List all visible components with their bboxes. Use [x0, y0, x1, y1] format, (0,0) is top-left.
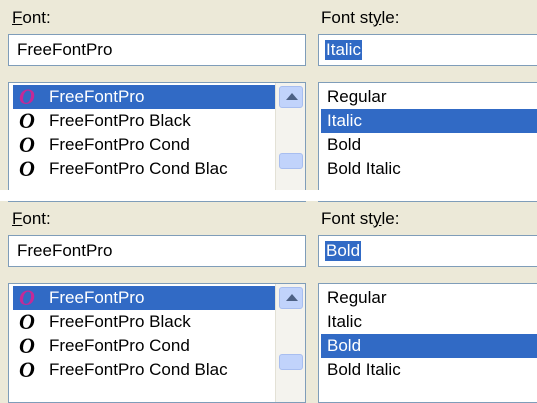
font-list-item[interactable]: O FreeFontPro — [13, 286, 275, 310]
style-list-item[interactable]: Regular — [321, 85, 537, 109]
font-name-input[interactable]: FreeFontPro — [8, 235, 306, 267]
font-list-item-label: FreeFontPro Cond Blac — [49, 159, 228, 178]
font-label: Font: — [12, 8, 51, 27]
font-list-item[interactable]: O FreeFontPro Cond Blac — [13, 157, 275, 181]
font-style-list[interactable]: Regular Italic Bold Bold Italic — [318, 82, 537, 202]
opentype-font-icon: O — [19, 84, 35, 109]
style-list-item[interactable]: Bold — [321, 133, 537, 157]
font-list-item[interactable]: O FreeFontPro — [13, 85, 275, 109]
font-list-item[interactable]: O FreeFontPro Cond Blac — [13, 358, 275, 382]
font-style-value: Italic — [325, 40, 362, 60]
font-dialog-panel-2: Font: Font style: FreeFontPro Bold O Fre… — [0, 201, 537, 403]
font-list-item-label: FreeFontPro Black — [49, 312, 191, 331]
screenshot-divider — [0, 190, 537, 201]
font-list[interactable]: O FreeFontPro O FreeFontPro Black O Free… — [8, 82, 306, 202]
font-style-list[interactable]: Regular Italic Bold Bold Italic — [318, 283, 537, 403]
font-list-item-label: FreeFontPro Cond Blac — [49, 360, 228, 379]
style-list-item[interactable]: Bold Italic — [321, 358, 537, 382]
opentype-font-icon: O — [19, 333, 35, 358]
scroll-up-arrow-icon[interactable] — [279, 86, 303, 108]
font-dialog-panel-1: Font: Font style: FreeFontPro Italic O F… — [0, 0, 537, 202]
font-name-value: FreeFontPro — [17, 40, 113, 59]
scrollbar-thumb[interactable] — [279, 153, 303, 169]
font-style-value: Bold — [325, 241, 362, 261]
opentype-font-icon: O — [19, 285, 35, 310]
font-list-item-label: FreeFontPro Cond — [49, 336, 190, 355]
style-list-item[interactable]: Bold — [321, 334, 537, 358]
style-list-item[interactable]: Italic — [321, 310, 537, 334]
font-label: Font: — [12, 209, 51, 228]
font-list-item-label: FreeFontPro — [49, 87, 145, 106]
opentype-font-icon: O — [19, 309, 35, 334]
font-list-item[interactable]: O FreeFontPro Black — [13, 109, 275, 133]
opentype-font-icon: O — [19, 108, 35, 133]
font-style-label: Font style: — [321, 209, 400, 228]
font-name-value: FreeFontPro — [17, 241, 113, 260]
font-list-item[interactable]: O FreeFontPro Cond — [13, 133, 275, 157]
opentype-font-icon: O — [19, 357, 35, 382]
font-list-scrollbar[interactable] — [275, 284, 305, 402]
font-list-item[interactable]: O FreeFontPro Black — [13, 310, 275, 334]
font-list-item-label: FreeFontPro Black — [49, 111, 191, 130]
font-style-input[interactable]: Bold — [318, 235, 537, 267]
font-list-item-label: FreeFontPro Cond — [49, 135, 190, 154]
font-list-scrollbar[interactable] — [275, 83, 305, 201]
font-style-label: Font style: — [321, 8, 400, 27]
font-name-input[interactable]: FreeFontPro — [8, 34, 306, 66]
style-list-item[interactable]: Regular — [321, 286, 537, 310]
scroll-up-arrow-icon[interactable] — [279, 287, 303, 309]
font-list-item-label: FreeFontPro — [49, 288, 145, 307]
opentype-font-icon: O — [19, 132, 35, 157]
scrollbar-thumb[interactable] — [279, 354, 303, 370]
opentype-font-icon: O — [19, 156, 35, 181]
font-list[interactable]: O FreeFontPro O FreeFontPro Black O Free… — [8, 283, 306, 403]
style-list-item[interactable]: Italic — [321, 109, 537, 133]
font-style-input[interactable]: Italic — [318, 34, 537, 66]
font-list-item[interactable]: O FreeFontPro Cond — [13, 334, 275, 358]
style-list-item[interactable]: Bold Italic — [321, 157, 537, 181]
